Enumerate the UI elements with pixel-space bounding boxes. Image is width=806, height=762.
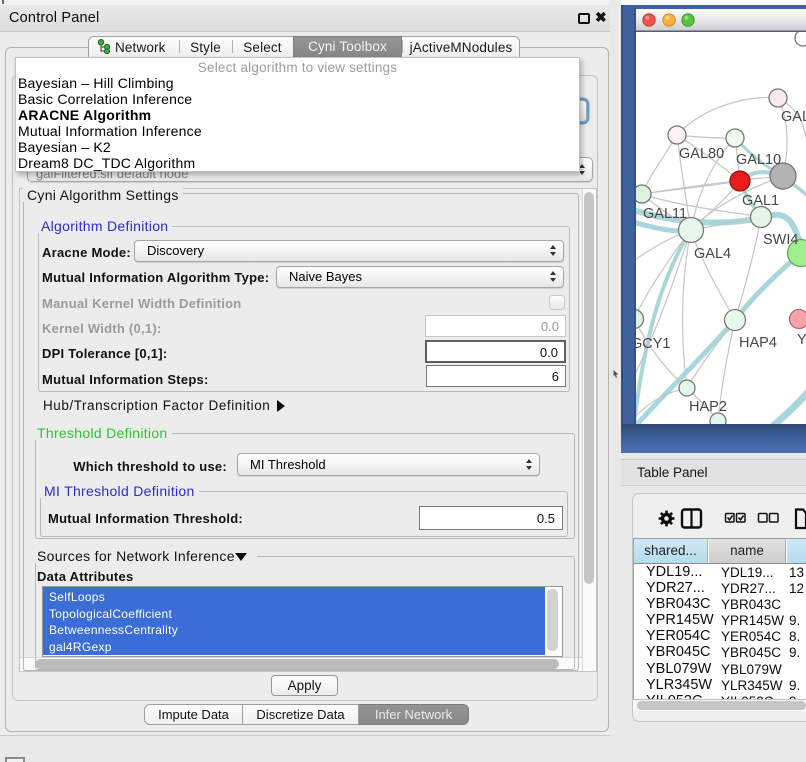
svg-text:GAL4: GAL4	[694, 246, 731, 262]
svg-text:GAL10: GAL10	[736, 152, 781, 168]
svg-text:GAL1: GAL1	[742, 193, 779, 209]
svg-text:Y: Y	[797, 332, 806, 348]
svg-text:SWI4: SWI4	[763, 232, 798, 248]
svg-text:GAL11: GAL11	[643, 206, 687, 222]
svg-text:HAP2: HAP2	[689, 399, 727, 415]
svg-text:GCY1: GCY1	[636, 336, 671, 352]
svg-text:GAL80: GAL80	[679, 146, 724, 162]
svg-text:GAL: GAL	[781, 109, 806, 125]
svg-text:HAP4: HAP4	[739, 335, 777, 351]
